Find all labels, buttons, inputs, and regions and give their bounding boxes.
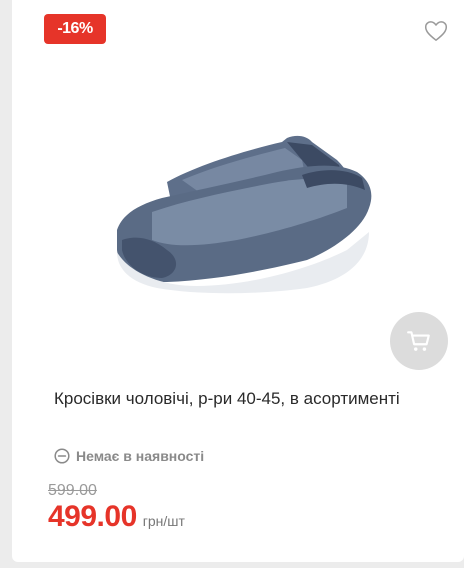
product-title[interactable]: Кросівки чоловічі, р-ри 40-45, в асортим…	[54, 386, 454, 411]
heart-icon	[424, 21, 448, 41]
price-unit: грн/шт	[142, 513, 185, 529]
favorite-button[interactable]	[423, 18, 449, 44]
minus-circle-icon	[54, 448, 70, 464]
product-card[interactable]: -16% Кросівки чоловічі, р-ри 40-45, в ас…	[12, 0, 464, 562]
old-price: 599.00	[48, 482, 97, 499]
price-row: 499.00 грн/шт	[48, 500, 185, 534]
product-image[interactable]	[107, 120, 392, 295]
stock-status: Немає в наявності	[54, 446, 204, 466]
cart-icon	[407, 331, 430, 351]
discount-badge: -16%	[44, 14, 106, 44]
stock-status-label: Немає в наявності	[76, 448, 205, 464]
add-to-cart-button[interactable]	[390, 312, 448, 370]
current-price: 499.00	[48, 500, 137, 533]
